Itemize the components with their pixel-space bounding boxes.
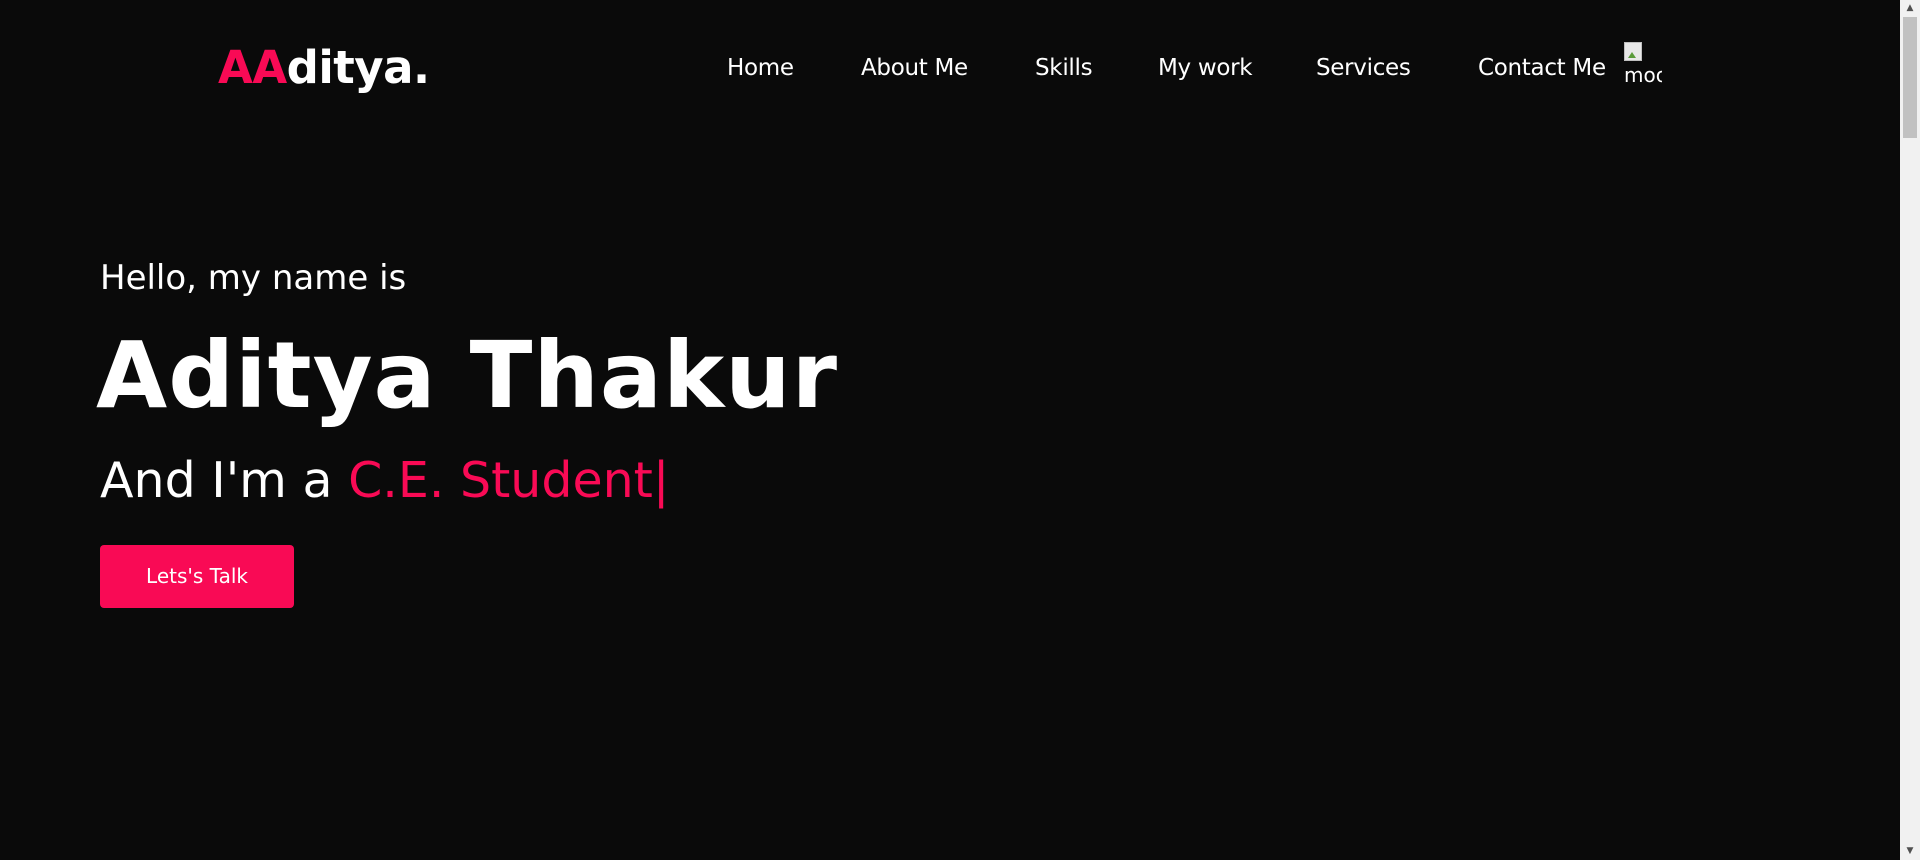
hero-greeting: Hello, my name is — [100, 258, 407, 298]
nav-link-about-me[interactable]: About Me — [861, 50, 968, 86]
typing-cursor: | — [652, 452, 670, 509]
nav-link-skills[interactable]: Skills — [1035, 50, 1093, 86]
role-typed-text: C.E. Student — [348, 452, 653, 509]
nav-link-home[interactable]: Home — [727, 50, 794, 86]
nav-link-services[interactable]: Services — [1316, 50, 1411, 86]
hero-role: And I'm a C.E. Student| — [100, 448, 669, 514]
hero-name: Aditya Thakur — [96, 322, 839, 429]
scrollbar-thumb[interactable] — [1903, 17, 1917, 138]
theme-toggle-image[interactable]: moo — [1624, 42, 1662, 88]
page: AAditya. Home About Me Skills My work Se… — [0, 0, 1920, 860]
role-prefix: And I'm a — [100, 452, 349, 509]
nav-link-contact-me[interactable]: Contact Me — [1478, 50, 1606, 86]
lets-talk-button[interactable]: Lets's Talk — [100, 545, 294, 608]
chevron-up-icon[interactable]: ▲ — [1900, 0, 1920, 17]
image-alt-text: moo — [1624, 63, 1662, 87]
broken-image-icon — [1624, 42, 1642, 61]
chevron-down-icon[interactable]: ▼ — [1900, 843, 1920, 860]
nav-link-my-work[interactable]: My work — [1158, 50, 1253, 86]
page-scrollbar[interactable]: ▲ ▼ — [1900, 0, 1920, 860]
